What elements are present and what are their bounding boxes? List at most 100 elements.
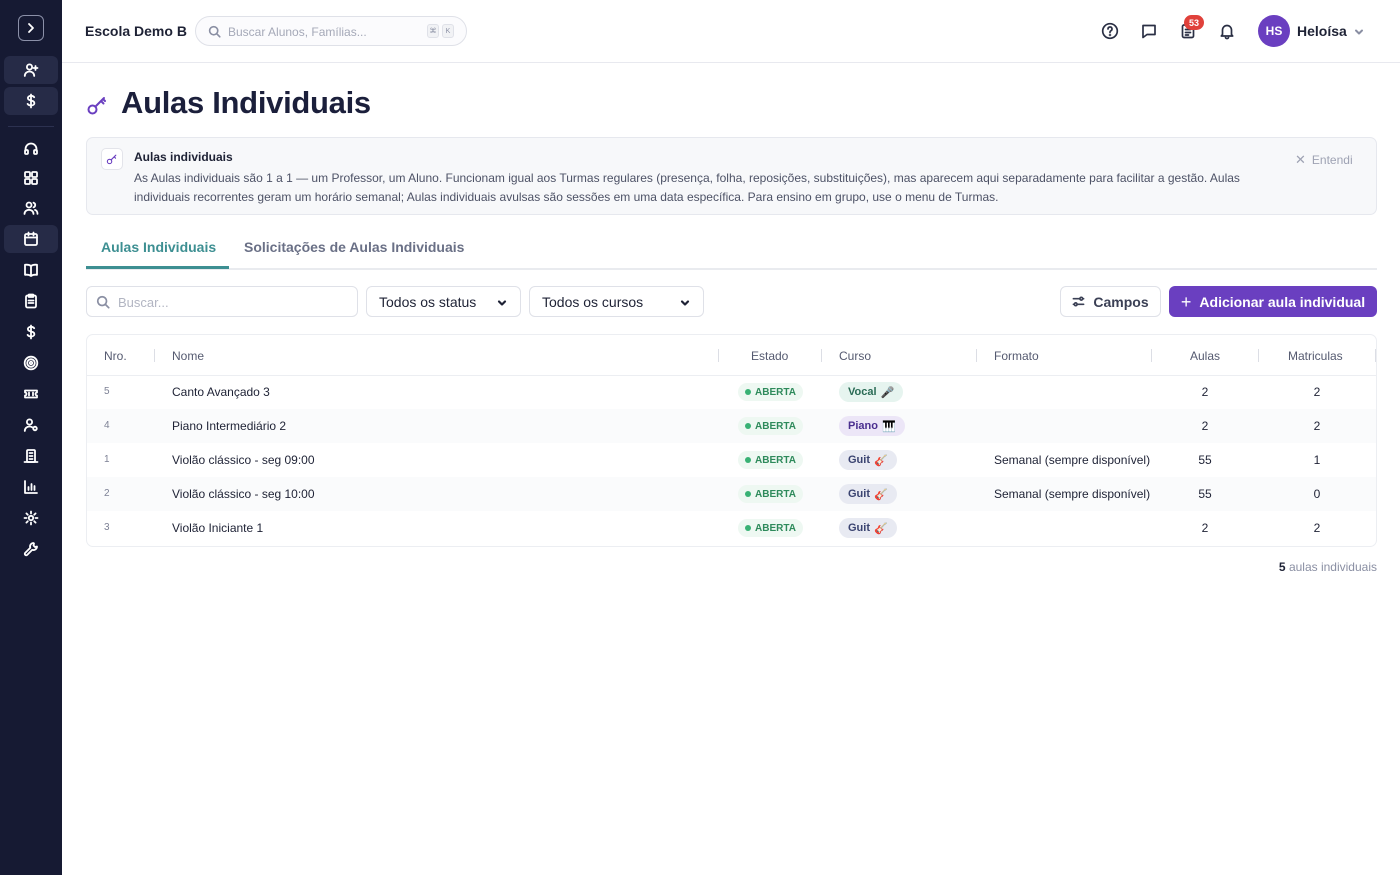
- book-icon: [24, 263, 38, 277]
- user-name[interactable]: Heloísa: [1297, 23, 1347, 39]
- status-badge: ABERTA: [738, 451, 803, 469]
- chevron-down-icon: [679, 296, 691, 308]
- course-badge: Piano 🎹: [839, 416, 905, 436]
- column-divider: [976, 349, 977, 362]
- sidebar-item-reports[interactable]: [4, 473, 58, 501]
- calendar-icon: [24, 231, 38, 246]
- course-badge: Vocal 🎤: [839, 382, 904, 402]
- banner-dismiss-button[interactable]: ✕ Entendi: [1295, 152, 1353, 168]
- clipboard-icon: [25, 293, 37, 309]
- table-search-input[interactable]: [118, 294, 348, 310]
- gear-icon: [23, 510, 39, 526]
- column-header-formato[interactable]: Formato: [994, 349, 1039, 363]
- sidebar: [0, 0, 62, 875]
- course-filter-select[interactable]: Todos os cursos: [529, 286, 704, 317]
- headset-icon: [24, 142, 38, 155]
- help-icon: [1101, 22, 1119, 40]
- user-plus-icon: [23, 63, 39, 77]
- global-search-input[interactable]: [228, 23, 418, 41]
- table-row[interactable]: 4 Piano Intermediário 2 ABERTA Piano 🎹 2…: [87, 409, 1376, 443]
- column-divider: [1151, 349, 1152, 362]
- column-divider: [1375, 349, 1376, 362]
- column-header-nro[interactable]: Nro.: [104, 349, 127, 363]
- column-divider: [1258, 349, 1259, 362]
- sidebar-divider: [8, 126, 54, 127]
- fields-button-label: Campos: [1093, 293, 1149, 310]
- add-individual-lesson-button[interactable]: + Adicionar aula individual: [1169, 286, 1377, 317]
- sidebar-item-tools[interactable]: [4, 535, 58, 563]
- dollar-icon: [26, 324, 36, 340]
- lessons-table: Nro. Nome Estado Curso Formato Aulas Mat…: [86, 334, 1377, 547]
- school-name[interactable]: Escola Demo B: [85, 23, 187, 39]
- plus-icon: +: [1180, 291, 1192, 312]
- target-icon: [23, 355, 39, 371]
- shortcut-key-cmd: ⌘: [427, 24, 439, 38]
- global-search[interactable]: ⌘ K: [195, 16, 467, 46]
- course-badge: Guit 🎸: [839, 518, 897, 538]
- status-filter-select[interactable]: Todos os status: [366, 286, 521, 317]
- banner-title: Aulas individuais: [134, 150, 233, 164]
- cell-aulas: 55: [1198, 453, 1212, 467]
- cell-nome[interactable]: Canto Avançado 3: [172, 385, 270, 399]
- sidebar-item-dashboard[interactable]: [4, 164, 58, 192]
- fields-button[interactable]: Campos: [1060, 286, 1161, 317]
- sliders-icon: [1072, 296, 1085, 307]
- course-badge: Guit 🎸: [839, 450, 897, 470]
- bar-chart-icon: [24, 480, 38, 494]
- sidebar-item-lessons[interactable]: [4, 225, 58, 253]
- sidebar-item-payments[interactable]: [4, 87, 58, 115]
- column-divider: [154, 349, 155, 362]
- microphone-icon: 🎤: [880, 386, 895, 399]
- cell-nome[interactable]: Violão clássico - seg 10:00: [172, 487, 315, 501]
- table-row[interactable]: 5 Canto Avançado 3 ABERTA Vocal 🎤 2 2: [87, 375, 1376, 409]
- table-row[interactable]: 2 Violão clássico - seg 10:00 ABERTA Gui…: [87, 477, 1376, 511]
- course-name: Guit: [848, 522, 870, 534]
- cell-matriculas: 0: [1313, 487, 1321, 501]
- cell-matriculas: 2: [1313, 521, 1321, 535]
- sidebar-item-tickets[interactable]: [4, 380, 58, 408]
- sidebar-item-courses[interactable]: [4, 256, 58, 284]
- table-search[interactable]: [86, 286, 358, 317]
- column-divider: [718, 349, 719, 362]
- cell-nome[interactable]: Violão clássico - seg 09:00: [172, 453, 315, 467]
- status-badge: ABERTA: [738, 485, 803, 503]
- tab-solicitacoes[interactable]: Solicitações de Aulas Individuais: [244, 239, 464, 255]
- tabs-bar: Aulas Individuais Solicitações de Aulas …: [86, 230, 1377, 270]
- help-button[interactable]: [1099, 20, 1121, 42]
- cell-nome[interactable]: Piano Intermediário 2: [172, 419, 286, 433]
- sidebar-item-settings[interactable]: [4, 504, 58, 532]
- ticket-icon: [24, 389, 38, 399]
- user-menu-toggle[interactable]: [1353, 25, 1367, 39]
- sidebar-item-attendance[interactable]: [4, 287, 58, 315]
- sidebar-item-locations[interactable]: [4, 442, 58, 470]
- cell-nro: 5: [104, 386, 110, 397]
- column-header-estado[interactable]: Estado: [751, 349, 788, 363]
- sidebar-item-staff[interactable]: [4, 411, 58, 439]
- sidebar-item-add-student[interactable]: [4, 56, 58, 84]
- column-header-matriculas[interactable]: Matriculas: [1288, 349, 1343, 363]
- shortcut-key-k: K: [442, 24, 454, 38]
- sidebar-expand-button[interactable]: [18, 15, 44, 41]
- messages-button[interactable]: [1138, 20, 1160, 42]
- guitar-icon: 🎸: [874, 488, 888, 501]
- course-badge: Guit 🎸: [839, 484, 897, 504]
- cell-aulas: 55: [1198, 487, 1212, 501]
- search-icon: [208, 25, 221, 38]
- column-header-nome[interactable]: Nome: [172, 349, 204, 363]
- column-header-aulas[interactable]: Aulas: [1190, 349, 1220, 363]
- cell-matriculas: 1: [1313, 453, 1321, 467]
- user-avatar[interactable]: HS: [1258, 15, 1290, 47]
- status-badge: ABERTA: [738, 417, 803, 435]
- sidebar-item-finance[interactable]: [4, 318, 58, 346]
- cell-nome[interactable]: Violão Iniciante 1: [172, 521, 263, 535]
- table-row[interactable]: 3 Violão Iniciante 1 ABERTA Guit 🎸 2 2: [87, 511, 1376, 545]
- bell-icon: [1220, 24, 1234, 40]
- table-row[interactable]: 1 Violão clássico - seg 09:00 ABERTA Gui…: [87, 443, 1376, 477]
- cell-matriculas: 2: [1313, 385, 1321, 399]
- sidebar-item-goals[interactable]: [4, 349, 58, 377]
- column-header-curso[interactable]: Curso: [839, 349, 871, 363]
- sidebar-item-students[interactable]: [4, 194, 58, 222]
- sidebar-item-support[interactable]: [4, 135, 58, 163]
- tab-aulas-individuais[interactable]: Aulas Individuais: [101, 239, 216, 255]
- notifications-button[interactable]: [1216, 20, 1238, 42]
